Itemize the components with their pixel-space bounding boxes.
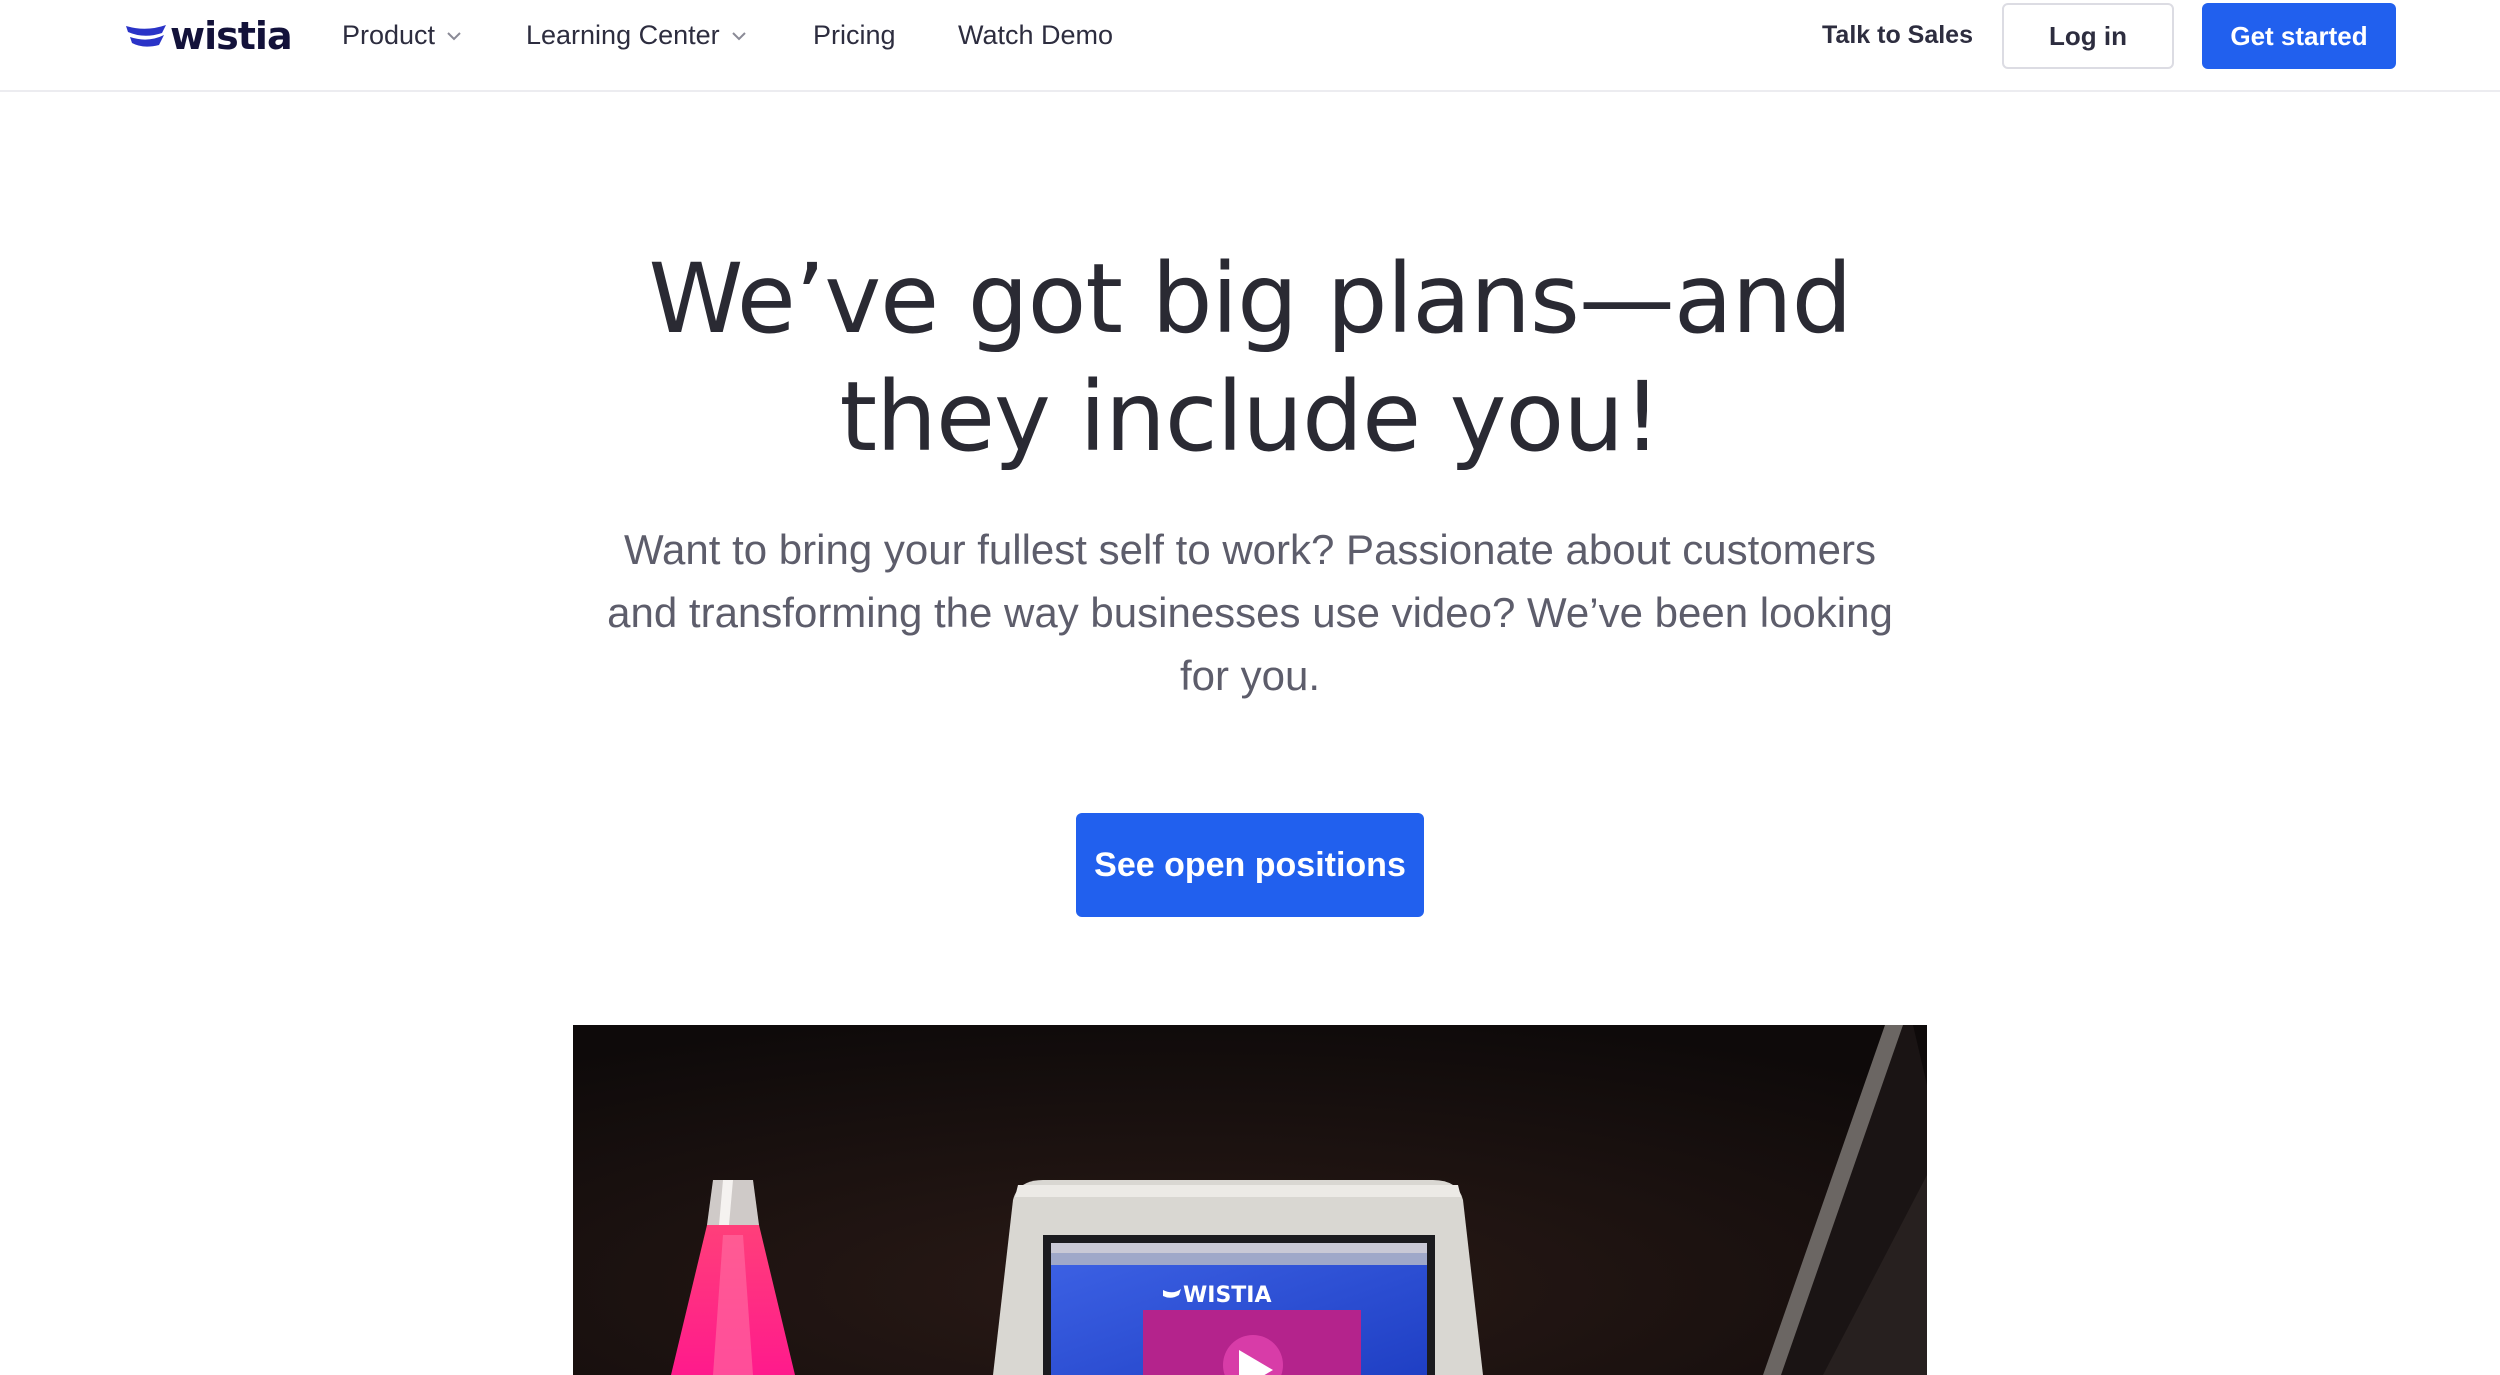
hero-subtitle-line-2: and transforming the way businesses use … [607,589,1893,636]
chevron-down-icon [447,31,461,40]
nav-pricing-label: Pricing [813,20,896,50]
nav-pricing[interactable]: Pricing [813,20,896,51]
hero-subtitle-line-1: Want to bring your fullest self to work?… [623,526,1877,573]
talk-to-sales-link[interactable]: Talk to Sales [1822,21,1973,50]
hero-title: We’ve got big plans—and they include you… [550,240,1950,476]
hero-title-line-1: We’ve got big plans—and [648,243,1852,355]
nav-watch-demo-label: Watch Demo [958,20,1114,50]
monitor-screen-logo: WISTIA [1183,1283,1272,1308]
nav-learning-center-label: Learning Center [526,20,720,50]
video-thumbnail: WISTIA [573,1025,1927,1375]
nav-product-label: Product [342,20,436,50]
wistia-logo-mark-icon [126,25,166,47]
top-navigation: wistia Product Learning Center Pricing W… [0,0,2500,92]
chevron-down-icon [731,31,746,40]
login-button[interactable]: Log in [2002,3,2174,69]
video-player[interactable]: WISTIA [573,1025,1927,1375]
nav-learning-center[interactable]: Learning Center [526,20,748,51]
nav-product[interactable]: Product [342,20,463,51]
lava-lamp-cap [707,1180,759,1225]
nav-watch-demo[interactable]: Watch Demo [958,20,1113,51]
hero-subtitle: Want to bring your fullest self to work?… [560,518,1940,707]
hero-subtitle-line-3: for you. [1179,652,1321,699]
hero-title-line-2: they include you! [839,361,1661,473]
see-open-positions-button[interactable]: See open positions [1076,813,1424,917]
wistia-wordmark: wistia [170,14,293,58]
get-started-button[interactable]: Get started [2202,3,2396,69]
wistia-logo[interactable]: wistia [126,14,293,58]
